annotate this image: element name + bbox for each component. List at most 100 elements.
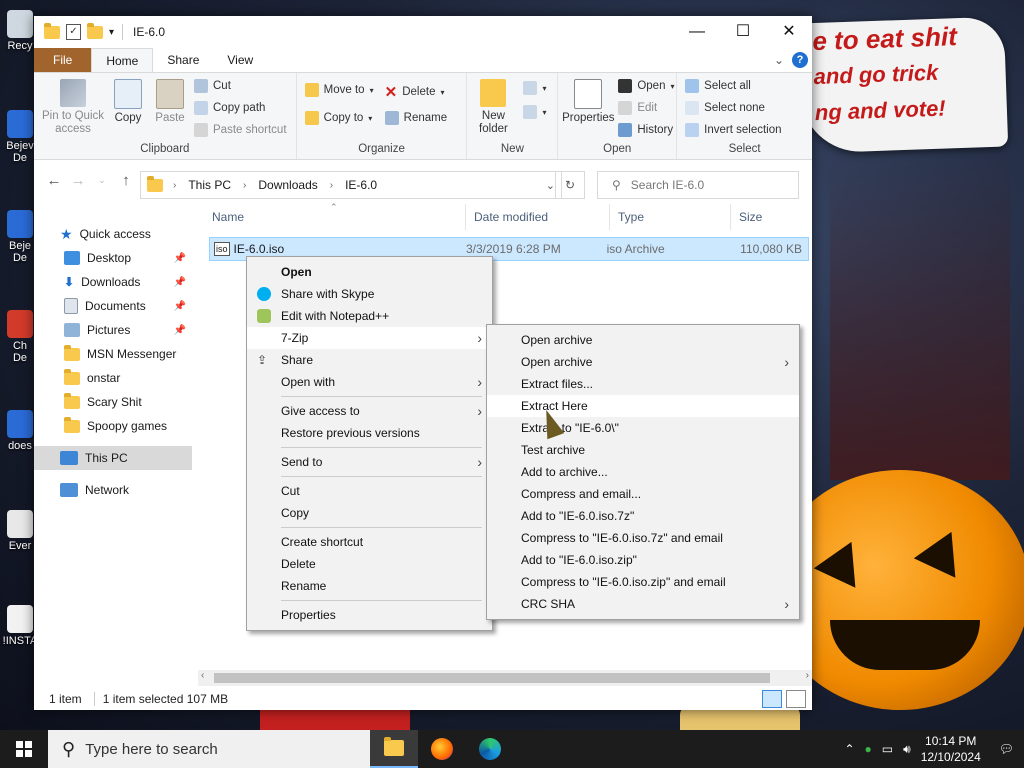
menu-item-open[interactable]: Open: [247, 261, 492, 283]
taskbar-edge[interactable]: [466, 730, 514, 768]
pin-quick-access-button[interactable]: Pin to Quick access: [40, 79, 106, 136]
notifications-icon[interactable]: 💬︎: [999, 742, 1014, 756]
menu-item-rename[interactable]: Rename: [247, 575, 492, 597]
volume-icon[interactable]: 🔊︎: [903, 742, 911, 757]
paste-shortcut-button[interactable]: Paste shortcut: [194, 123, 287, 137]
zip-extract-files[interactable]: Extract files...: [487, 373, 799, 395]
invert-selection-button[interactable]: Invert selection: [685, 123, 782, 137]
menu-item-7zip[interactable]: 7-Zip ›: [247, 327, 492, 349]
people-icon[interactable]: ●: [865, 742, 872, 756]
zip-extract-here[interactable]: Extract Here: [487, 395, 799, 417]
menu-item-restore-versions[interactable]: Restore previous versions: [247, 422, 492, 444]
minimize-button[interactable]: —: [674, 16, 720, 48]
column-header-name[interactable]: Name: [204, 204, 466, 230]
menu-item-share[interactable]: ⇪ Share: [247, 349, 492, 371]
zip-extract-to-folder[interactable]: Extract to "IE-6.0\": [487, 417, 799, 439]
scroll-left-icon[interactable]: ‹: [201, 670, 204, 681]
tab-share[interactable]: Share: [153, 48, 213, 72]
menu-item-create-shortcut[interactable]: Create shortcut: [247, 531, 492, 553]
open-button[interactable]: Open ▾: [618, 79, 674, 93]
show-hidden-icons-icon[interactable]: ⌃: [844, 742, 854, 756]
tab-file[interactable]: File: [34, 48, 92, 72]
address-bar[interactable]: › This PC › Downloads › IE-6.0 ⌄: [140, 171, 562, 199]
zip-compress-zip-email[interactable]: Compress to "IE-6.0.iso.zip" and email: [487, 571, 799, 593]
new-folder-button[interactable]: New folder: [471, 79, 515, 136]
close-button[interactable]: ✕: [766, 16, 812, 48]
taskbar-search-input[interactable]: Type here to search: [85, 741, 218, 758]
expand-ribbon-icon[interactable]: ⌄: [774, 53, 784, 67]
zip-open-archive-submenu[interactable]: Open archive ›: [487, 351, 799, 373]
scroll-thumb[interactable]: [214, 673, 770, 683]
menu-item-cut[interactable]: Cut: [247, 480, 492, 502]
start-button[interactable]: [0, 730, 48, 768]
select-none-button[interactable]: Select none: [685, 101, 765, 115]
zip-open-archive[interactable]: Open archive: [487, 329, 799, 351]
breadcrumb-downloads[interactable]: Downloads: [258, 178, 317, 192]
help-icon[interactable]: ?: [792, 52, 808, 68]
paste-button[interactable]: Paste: [152, 79, 188, 125]
nav-this-pc[interactable]: This PC: [34, 446, 192, 470]
copy-path-button[interactable]: Copy path: [194, 101, 265, 115]
recent-locations-icon[interactable]: ⌄: [90, 175, 114, 186]
nav-msn-messenger[interactable]: MSN Messenger: [34, 342, 192, 366]
zip-add-to-archive[interactable]: Add to archive...: [487, 461, 799, 483]
edit-button[interactable]: Edit: [618, 101, 657, 115]
forward-arrow-icon[interactable]: →: [66, 172, 90, 189]
taskbar-search[interactable]: ⚲ Type here to search: [48, 730, 370, 768]
cut-button[interactable]: Cut: [194, 79, 231, 93]
zip-compress-email[interactable]: Compress and email...: [487, 483, 799, 505]
network-tray-icon[interactable]: ▭: [882, 742, 893, 756]
refresh-icon[interactable]: ↻: [555, 171, 585, 199]
move-to-button[interactable]: Move to ▾: [304, 83, 374, 97]
rename-button[interactable]: Rename: [384, 111, 447, 125]
nav-spoopy-games[interactable]: Spoopy games: [34, 414, 192, 438]
new-folder-quick-icon[interactable]: [87, 22, 103, 39]
up-arrow-icon[interactable]: ↑: [114, 172, 138, 189]
copy-button[interactable]: Copy: [110, 79, 146, 125]
nav-documents[interactable]: Documents 📌: [34, 294, 192, 318]
menu-item-send-to[interactable]: Send to ›: [247, 451, 492, 473]
breadcrumb-this-pc[interactable]: This PC: [188, 178, 231, 192]
nav-downloads[interactable]: ⬇ Downloads 📌: [34, 270, 192, 294]
zip-add-to-7z[interactable]: Add to "IE-6.0.iso.7z": [487, 505, 799, 527]
zip-crc-sha[interactable]: CRC SHA ›: [487, 593, 799, 615]
nav-desktop[interactable]: Desktop 📌: [34, 246, 192, 270]
nav-onstar[interactable]: onstar: [34, 366, 192, 390]
customize-toolbar-dropdown-icon[interactable]: ▾: [109, 27, 114, 38]
maximize-button[interactable]: ☐: [720, 16, 766, 48]
nav-scary-shit[interactable]: Scary Shit: [34, 390, 192, 414]
select-all-button[interactable]: Select all: [685, 79, 751, 93]
properties-quick-icon[interactable]: ✓: [66, 24, 81, 40]
menu-item-share-skype[interactable]: Share with Skype: [247, 283, 492, 305]
easy-access-button[interactable]: ▾: [523, 105, 546, 119]
nav-network[interactable]: Network: [34, 478, 192, 502]
taskbar-file-explorer[interactable]: [370, 730, 418, 768]
column-header-type[interactable]: Type: [610, 204, 731, 230]
large-icons-view-icon[interactable]: [786, 690, 806, 708]
menu-item-copy[interactable]: Copy: [247, 502, 492, 524]
zip-compress-7z-email[interactable]: Compress to "IE-6.0.iso.7z" and email: [487, 527, 799, 549]
new-item-button[interactable]: ▾: [523, 81, 546, 95]
zip-add-to-zip[interactable]: Add to "IE-6.0.iso.zip": [487, 549, 799, 571]
taskbar-firefox[interactable]: [418, 730, 466, 768]
copy-to-button[interactable]: Copy to ▾: [304, 111, 372, 125]
menu-item-delete[interactable]: Delete: [247, 553, 492, 575]
details-view-icon[interactable]: [762, 690, 782, 708]
clock[interactable]: 10:14 PM 12/10/2024: [921, 733, 981, 765]
search-input[interactable]: Search IE-6.0: [631, 178, 704, 192]
zip-test-archive[interactable]: Test archive: [487, 439, 799, 461]
column-header-size[interactable]: Size: [731, 204, 799, 230]
history-button[interactable]: History: [618, 123, 673, 137]
column-header-date[interactable]: Date modified: [466, 204, 610, 230]
scroll-right-icon[interactable]: ›: [806, 670, 809, 681]
menu-item-properties[interactable]: Properties: [247, 604, 492, 626]
nav-pictures[interactable]: Pictures 📌: [34, 318, 192, 342]
menu-item-open-with[interactable]: Open with ›: [247, 371, 492, 393]
properties-button[interactable]: Properties: [560, 79, 616, 125]
breadcrumb-ie6[interactable]: IE-6.0: [345, 178, 377, 192]
menu-item-notepadpp[interactable]: Edit with Notepad++: [247, 305, 492, 327]
nav-quick-access[interactable]: ★ Quick access: [34, 222, 192, 246]
address-dropdown-icon[interactable]: ⌄: [546, 179, 555, 192]
delete-button[interactable]: ✕ Delete ▾: [385, 83, 445, 101]
back-arrow-icon[interactable]: ←: [42, 172, 66, 189]
